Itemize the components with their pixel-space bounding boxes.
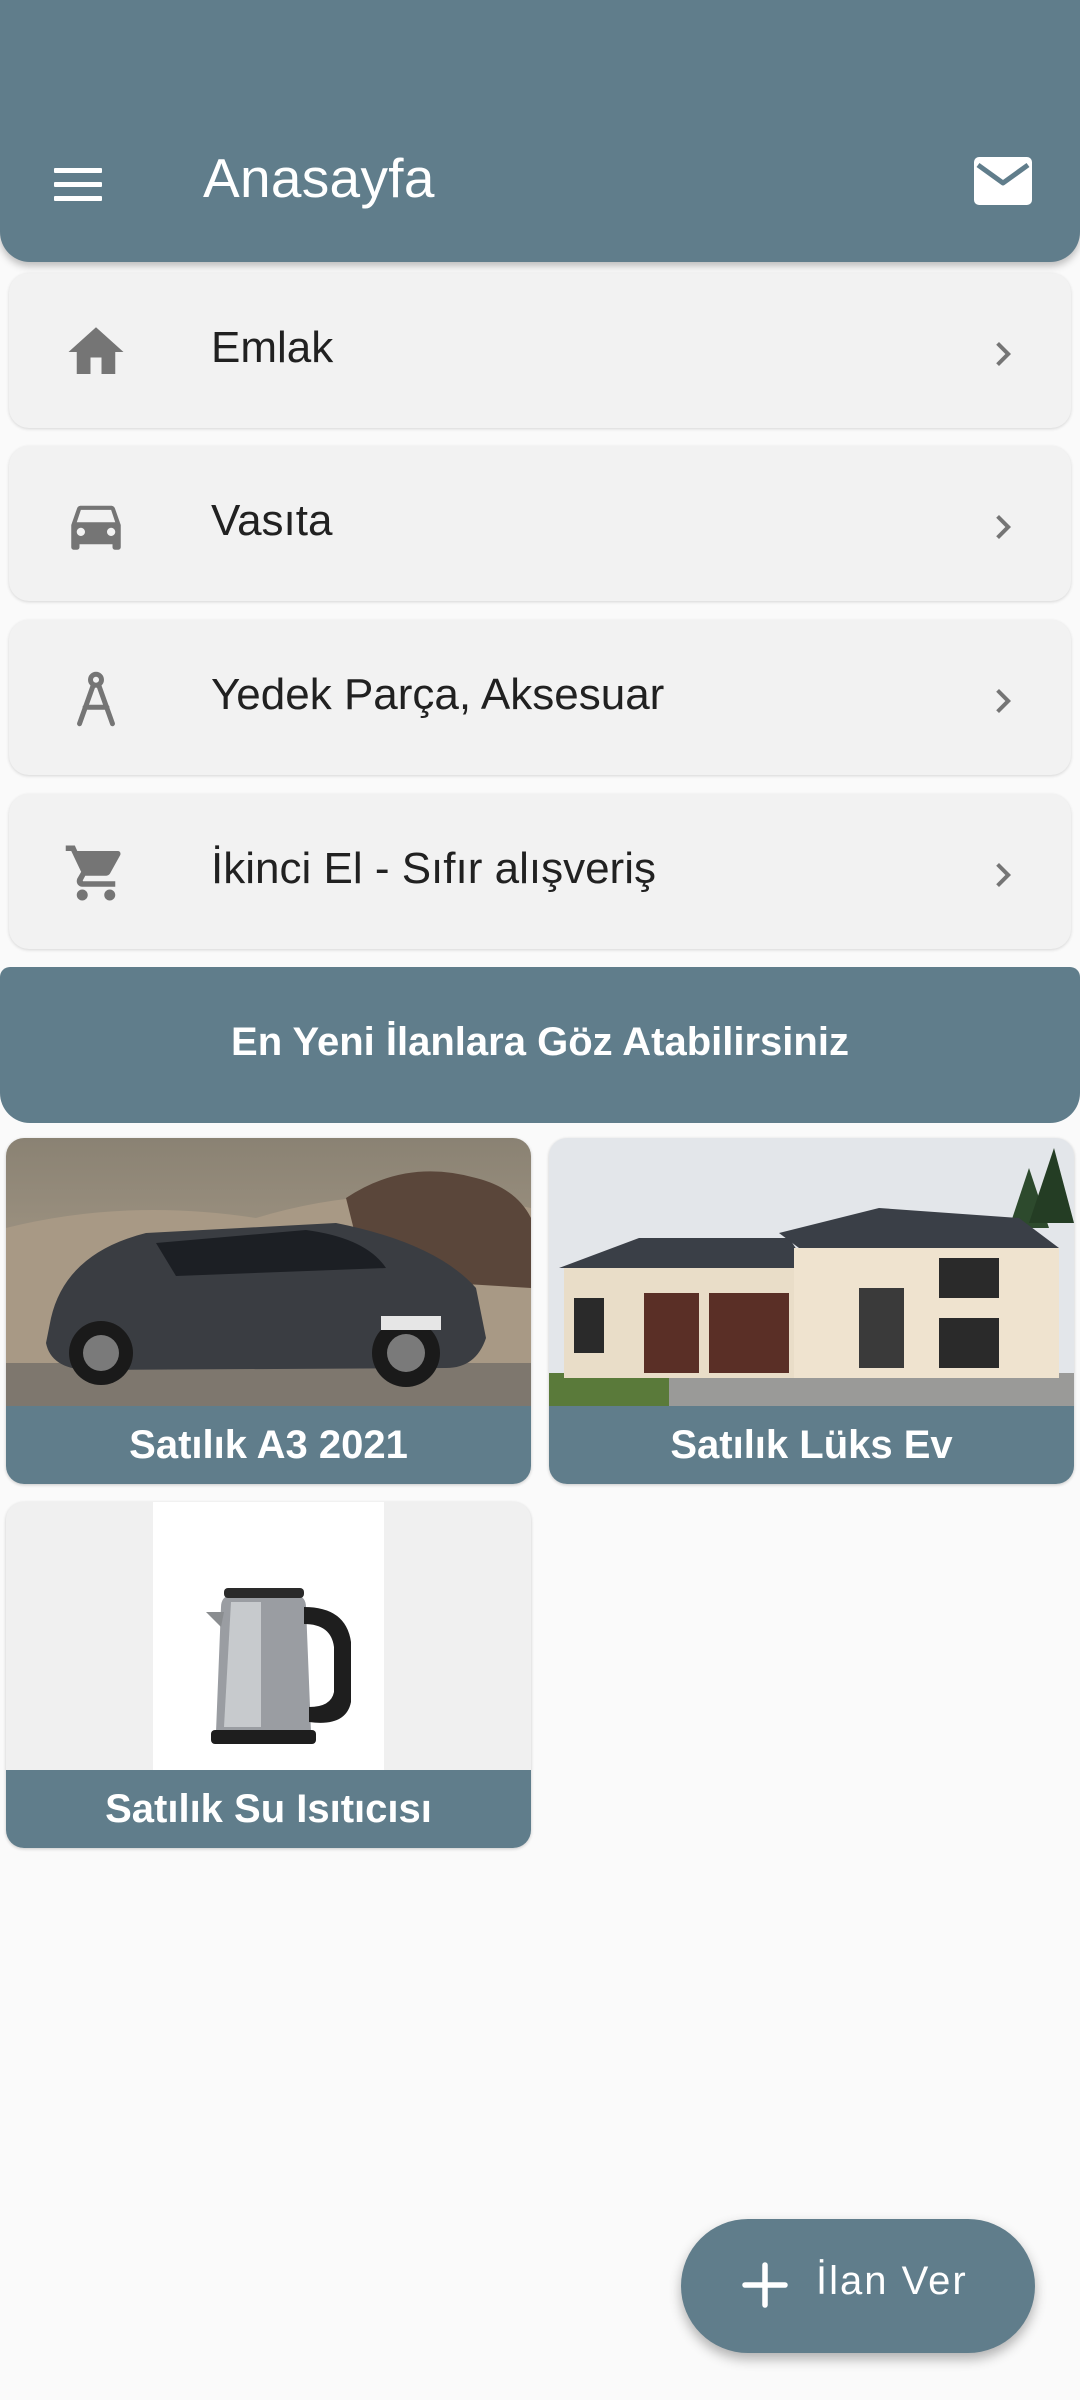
page-title: Anasayfa	[203, 147, 435, 209]
chevron-right-icon	[996, 342, 1011, 366]
add-listing-button[interactable]: İlan Ver	[681, 2219, 1035, 2353]
house-photo	[549, 1138, 1074, 1406]
mail-icon[interactable]	[972, 155, 1034, 207]
category-label: İkinci El - Sıfır alışveriş	[211, 844, 656, 893]
cart-icon	[65, 845, 121, 901]
category-label: Vasıta	[211, 496, 333, 545]
chevron-right-icon	[996, 863, 1011, 887]
listing-card-kettle[interactable]: Satılık Su Isıtıcısı	[6, 1502, 531, 1848]
home-icon	[68, 327, 124, 374]
listing-title: Satılık Lüks Ev	[549, 1406, 1074, 1484]
chevron-right-icon	[996, 689, 1011, 713]
menu-icon[interactable]	[48, 160, 108, 210]
category-vasita[interactable]: Vasıta	[9, 446, 1071, 601]
car-icon	[71, 505, 121, 550]
chevron-right-icon	[996, 515, 1011, 539]
plus-icon	[742, 2262, 788, 2308]
category-yedek-parca[interactable]: Yedek Parça, Aksesuar	[9, 620, 1071, 775]
category-label: Emlak	[211, 323, 334, 372]
listing-card-car[interactable]: Satılık A3 2021	[6, 1138, 531, 1484]
category-emlak[interactable]: Emlak	[9, 273, 1071, 428]
listing-card-house[interactable]: Satılık Lüks Ev	[549, 1138, 1074, 1484]
banner-text: En Yeni İlanlara Göz Atabilirsiniz	[231, 1020, 849, 1064]
add-listing-label: İlan Ver	[816, 2259, 968, 2303]
latest-listings-banner: En Yeni İlanlara Göz Atabilirsiniz	[0, 967, 1080, 1123]
kettle-photo	[6, 1502, 531, 1770]
listing-title: Satılık A3 2021	[6, 1406, 531, 1484]
app-bar: Anasayfa	[0, 0, 1080, 262]
car-photo	[6, 1138, 531, 1406]
category-label: Yedek Parça, Aksesuar	[211, 670, 665, 719]
listing-title: Satılık Su Isıtıcısı	[6, 1770, 531, 1848]
category-ikinci-el[interactable]: İkinci El - Sıfır alışveriş	[9, 794, 1071, 949]
compass-icon	[77, 671, 115, 727]
